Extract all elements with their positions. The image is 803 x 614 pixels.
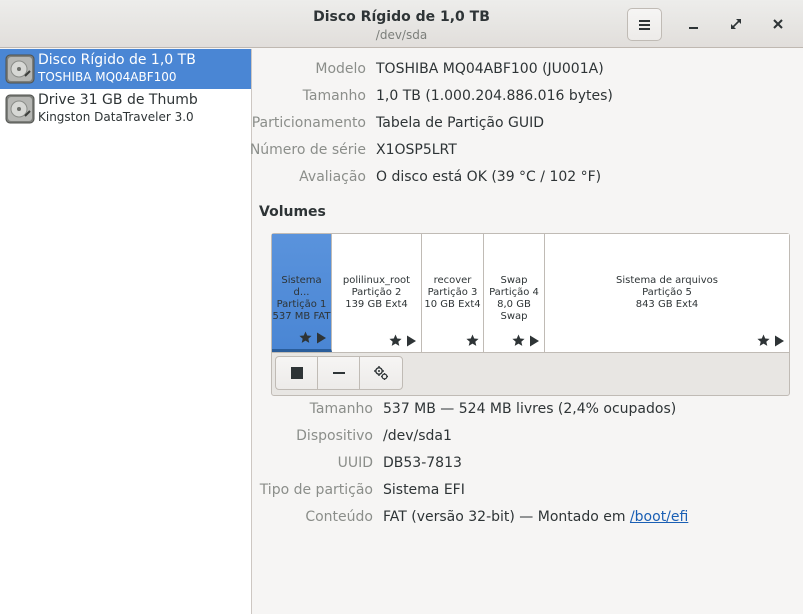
volume-segment-1[interactable]: Sistema d... Partição 1 537 MB FAT (272, 234, 332, 352)
minimize-icon (689, 27, 698, 29)
volume-partition: Partição 2 (351, 287, 402, 298)
model-value: TOSHIBA MQ04ABF100 (JU001A) (376, 61, 604, 77)
gears-icon (374, 366, 388, 380)
contents-label: Conteúdo (305, 509, 373, 525)
play-icon (775, 335, 784, 346)
volume-size: 843 GB Ext4 (635, 299, 699, 310)
menu-button[interactable] (627, 8, 662, 41)
serial-label: Número de série (249, 142, 366, 158)
volume-segment-3[interactable]: recover Partição 3 10 GB Ext4 (422, 234, 484, 352)
volume-size: 537 MB FAT (272, 311, 331, 322)
delete-partition-button[interactable] (318, 357, 360, 389)
star-icon (389, 334, 402, 346)
volume-name: polilinux_root (342, 275, 411, 286)
play-icon (317, 332, 326, 343)
volume-partition: Partição 5 (642, 287, 692, 298)
stop-icon (290, 367, 303, 379)
play-icon (407, 335, 416, 346)
play-icon (530, 335, 539, 346)
drive-list: Disco Rígido de 1,0 TB TOSHIBA MQ04ABF10… (0, 49, 252, 614)
volume-size-label: Tamanho (309, 401, 373, 417)
drive-item-hdd[interactable]: Disco Rígido de 1,0 TB TOSHIBA MQ04ABF10… (0, 49, 251, 89)
assessment-label: Avaliação (299, 169, 366, 185)
contents-value: FAT (versão 32-bit) — Montado em /boot/e… (383, 509, 688, 525)
drive-item-usb[interactable]: Drive 31 GB de Thumb Kingston DataTravel… (0, 89, 251, 129)
volume-partition: Partição 3 (427, 287, 478, 298)
serial-value: X1OSP5LRT (376, 142, 457, 158)
partitioning-value: Tabela de Partição GUID (376, 115, 545, 131)
drive-name: Drive 31 GB de Thumb (38, 92, 198, 108)
star-icon (757, 334, 770, 346)
partition-type-value: Sistema EFI (383, 482, 465, 498)
unmount-button[interactable] (276, 357, 318, 389)
hard-disk-icon (5, 54, 35, 84)
close-icon (773, 19, 783, 29)
minimize-button[interactable] (682, 12, 706, 36)
uuid-label: UUID (337, 455, 373, 471)
title-bar: Disco Rígido de 1,0 TB /dev/sda (0, 0, 803, 48)
volume-segment-5[interactable]: Sistema de arquivos Partição 5 843 GB Ex… (545, 234, 789, 352)
size-value: 1,0 TB (1.000.204.886.016 bytes) (376, 88, 613, 104)
volume-partition: Partição 4 (489, 287, 539, 298)
star-icon (466, 334, 479, 346)
usb-drive-icon (5, 94, 35, 124)
hamburger-icon (639, 19, 650, 30)
close-button[interactable] (766, 12, 790, 36)
drive-name: Disco Rígido de 1,0 TB (38, 52, 196, 68)
partition-type-label: Tipo de partição (259, 482, 373, 498)
drive-model: Kingston DataTraveler 3.0 (38, 110, 194, 124)
partitioning-label: Particionamento (251, 115, 366, 131)
size-label: Tamanho (302, 88, 366, 104)
volume-segment-4[interactable]: Swap Partição 4 8,0 GB Swap (484, 234, 545, 352)
uuid-value: DB53-7813 (383, 455, 462, 471)
volume-name: Swap (500, 275, 528, 286)
volume-toolbar (275, 356, 403, 390)
volume-graphic: Sistema d... Partição 1 537 MB FAT polil… (272, 234, 789, 353)
device-label: Dispositivo (296, 428, 373, 444)
volume-size: 139 GB Ext4 (345, 299, 408, 310)
volume-map: Sistema d... Partição 1 537 MB FAT polil… (271, 233, 790, 396)
volume-name: recover (433, 275, 472, 286)
volume-size-value: 537 MB — 524 MB livres (2,4% ocupados) (383, 401, 677, 417)
device-value: /dev/sda1 (383, 428, 452, 444)
star-icon (299, 331, 312, 343)
mount-point-link[interactable]: /boot/efi (630, 509, 688, 525)
drive-details: Modelo TOSHIBA MQ04ABF100 (JU001A) Taman… (249, 49, 803, 614)
model-label: Modelo (315, 61, 366, 77)
volume-size: 10 GB Ext4 (424, 299, 481, 310)
volume-size: 8,0 GB Swap (497, 299, 531, 322)
star-icon (512, 334, 525, 346)
volume-name: Sistema d... (281, 275, 322, 298)
contents-text: FAT (versão 32-bit) — Montado em (383, 509, 630, 525)
maximize-button[interactable] (724, 12, 748, 36)
volume-segment-2[interactable]: polilinux_root Partição 2 139 GB Ext4 (332, 234, 422, 352)
maximize-icon (731, 19, 741, 29)
volumes-heading: Volumes (259, 204, 326, 220)
partition-options-button[interactable] (360, 357, 402, 389)
volume-partition: Partição 1 (276, 299, 327, 310)
drive-model: TOSHIBA MQ04ABF100 (38, 70, 177, 84)
minus-icon (332, 372, 345, 374)
volume-name: Sistema de arquivos (616, 275, 718, 286)
assessment-value: O disco está OK (39 °C / 102 °F) (376, 169, 602, 185)
